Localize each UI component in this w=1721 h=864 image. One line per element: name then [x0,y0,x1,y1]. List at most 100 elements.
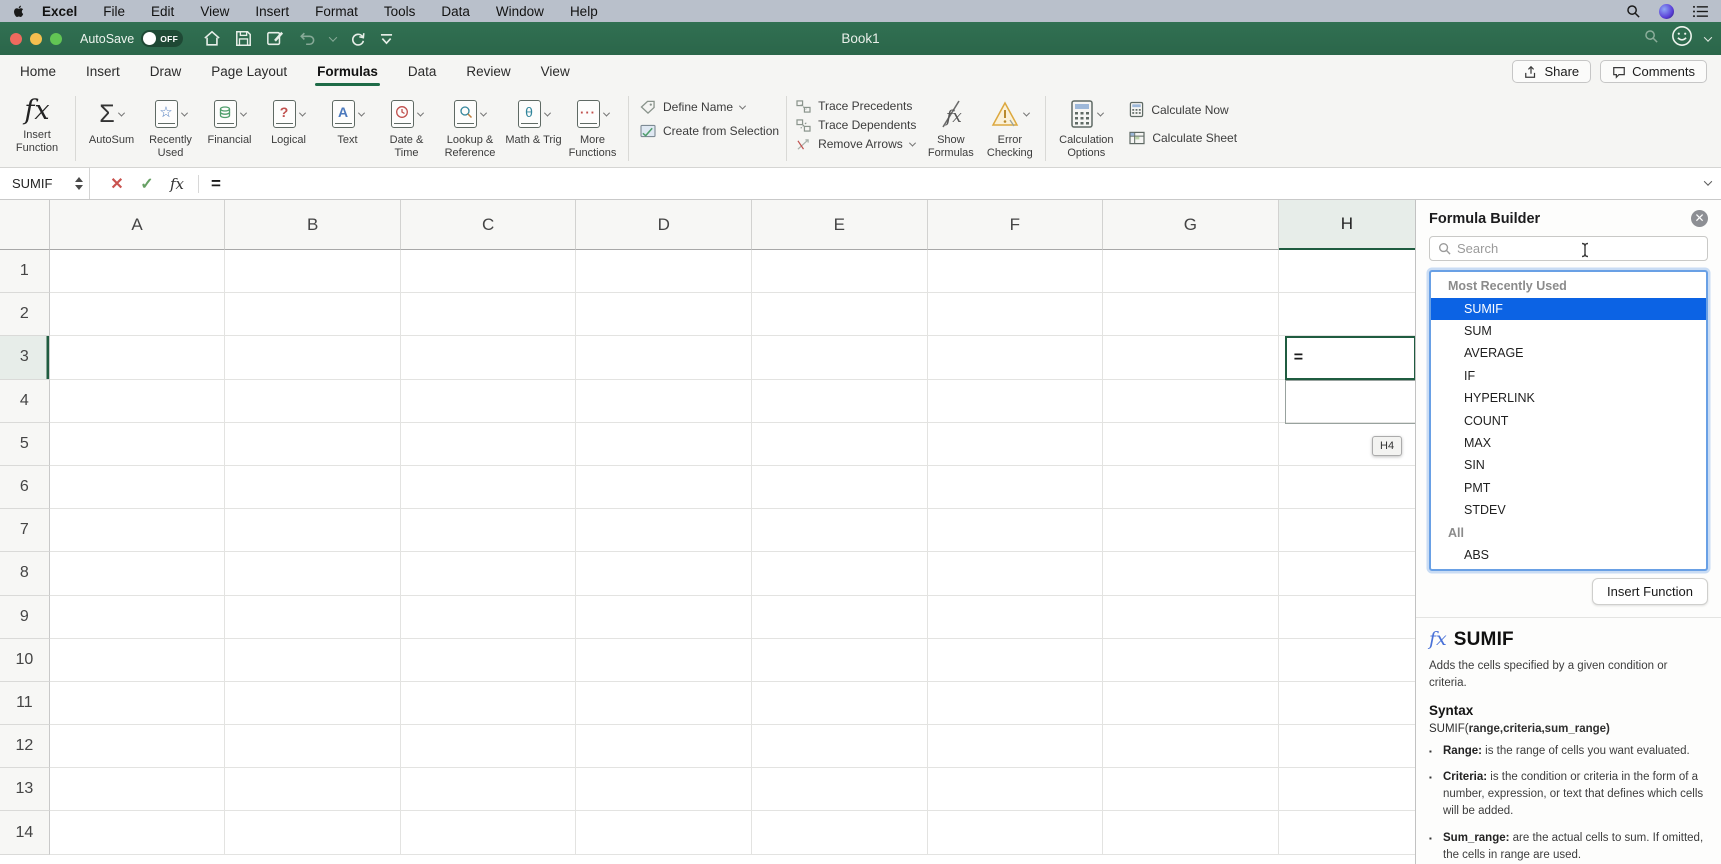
cell-G1[interactable] [1103,250,1279,294]
function-item-average[interactable]: AVERAGE [1431,342,1706,364]
menu-edit[interactable]: Edit [151,4,174,19]
cell-B1[interactable] [225,250,401,294]
lookup-reference-button[interactable]: Lookup & Reference [437,92,503,159]
more-functions-button[interactable]: ··· More Functions [564,92,621,159]
cell-G13[interactable] [1103,768,1279,812]
select-all-corner[interactable] [0,200,50,250]
tab-view[interactable]: View [541,55,570,88]
cell-F5[interactable] [927,422,1104,466]
cell-D2[interactable] [576,293,753,337]
function-item-count[interactable]: COUNT [1431,409,1706,431]
cell-B3[interactable] [225,336,401,380]
close-panel-icon[interactable]: ✕ [1691,210,1708,227]
cell-G9[interactable] [1103,595,1279,639]
menu-data[interactable]: Data [441,4,470,19]
column-header-E[interactable]: E [752,200,928,250]
column-header-C[interactable]: C [400,200,577,250]
cell-G2[interactable] [1103,293,1279,337]
cell-F3[interactable] [927,336,1104,380]
tab-page-layout[interactable]: Page Layout [211,55,287,88]
account-avatar-icon[interactable] [1671,25,1693,52]
chevron-down-icon[interactable] [416,109,424,117]
show-formulas-button[interactable]: fx Show Formulas [922,92,979,159]
function-list[interactable]: Most Recently Used SUMIF SUM AVERAGE IF HYPER… [1429,270,1708,572]
insert-function-fx-button[interactable]: fx [162,175,192,193]
cell-A11[interactable] [49,681,226,726]
account-menu-chevron-icon[interactable] [1703,32,1713,42]
cell-G14[interactable] [1103,811,1279,855]
search-icon[interactable] [1626,4,1641,19]
control-center-icon[interactable] [1692,5,1709,18]
menu-window[interactable]: Window [496,4,544,19]
cell-D12[interactable] [576,725,753,769]
cell-C13[interactable] [400,768,577,812]
trace-precedents-button[interactable]: Trace Precedents [796,99,912,113]
row-header-12[interactable]: 12 [0,725,50,769]
financial-button[interactable]: Financial [201,92,258,147]
cell-G12[interactable] [1103,725,1279,769]
autosum-button[interactable]: Σ AutoSum [83,92,140,147]
menu-tools[interactable]: Tools [384,4,416,19]
edit-icon[interactable] [266,30,284,47]
error-checking-button[interactable]: Error Checking [981,92,1038,159]
function-item-abs[interactable]: ABS [1431,544,1706,566]
name-box-spinner[interactable] [75,177,83,190]
calculate-now-button[interactable]: Calculate Now [1129,101,1237,118]
chevron-down-icon[interactable] [738,102,747,110]
row-header-2[interactable]: 2 [0,293,50,337]
recently-used-button[interactable]: ☆ Recently Used [142,92,199,159]
cell-B9[interactable] [225,595,401,639]
cell-C9[interactable] [400,595,577,639]
function-search-input[interactable]: Search [1429,236,1708,262]
row-header-14[interactable]: 14 [0,811,50,855]
cell-D11[interactable] [576,681,753,726]
share-button[interactable]: Share [1512,60,1592,83]
formula-input[interactable]: = [211,174,221,194]
cell-E1[interactable] [752,250,928,294]
cell-D1[interactable] [576,250,753,294]
cell-C3[interactable] [400,336,577,380]
cell-B8[interactable] [225,552,401,596]
assistant-icon[interactable] [1659,3,1674,19]
cell-H1[interactable] [1278,250,1415,294]
cell-E2[interactable] [752,293,928,337]
row-header-7[interactable]: 7 [0,509,50,553]
cell-H8[interactable] [1278,552,1415,596]
function-item-if[interactable]: IF [1431,365,1706,387]
cell-A14[interactable] [49,811,226,855]
insert-function-panel-button[interactable]: Insert Function [1592,578,1708,606]
function-item-sumif[interactable]: SUMIF [1431,297,1706,320]
cell-G10[interactable] [1103,638,1279,682]
cell-F10[interactable] [927,638,1104,682]
cell-F8[interactable] [927,552,1104,596]
chevron-down-icon[interactable] [1096,109,1104,117]
cell-B7[interactable] [225,509,401,553]
tab-insert[interactable]: Insert [86,55,120,88]
autosave-toggle[interactable]: AutoSave OFF [80,30,184,47]
cell-B4[interactable] [225,379,401,423]
cell-D7[interactable] [576,509,753,553]
autosave-switch[interactable]: OFF [141,30,184,47]
column-header-D[interactable]: D [576,200,753,250]
cell-F13[interactable] [927,768,1104,812]
row-header-5[interactable]: 5 [0,422,50,466]
function-item-pmt[interactable]: PMT [1431,477,1706,499]
date-time-button[interactable]: Date & Time [378,92,435,159]
remove-arrows-button[interactable]: Remove Arrows [796,137,916,151]
cell-F1[interactable] [927,250,1104,294]
chevron-down-icon[interactable] [117,109,125,117]
menu-help[interactable]: Help [570,4,598,19]
cell-G6[interactable] [1103,465,1279,510]
column-header-H[interactable]: H [1278,200,1415,250]
cell-D9[interactable] [576,595,753,639]
cell-D4[interactable] [576,379,753,423]
cell-F12[interactable] [927,725,1104,769]
cell-G5[interactable] [1103,422,1279,466]
close-window-button[interactable] [10,32,22,45]
function-item-max[interactable]: MAX [1431,432,1706,454]
cell-C11[interactable] [400,681,577,726]
chevron-down-icon[interactable] [543,109,551,117]
cell-F14[interactable] [927,811,1104,855]
confirm-entry-button[interactable]: ✓ [132,174,162,194]
expand-formula-bar-icon[interactable] [1703,177,1713,186]
